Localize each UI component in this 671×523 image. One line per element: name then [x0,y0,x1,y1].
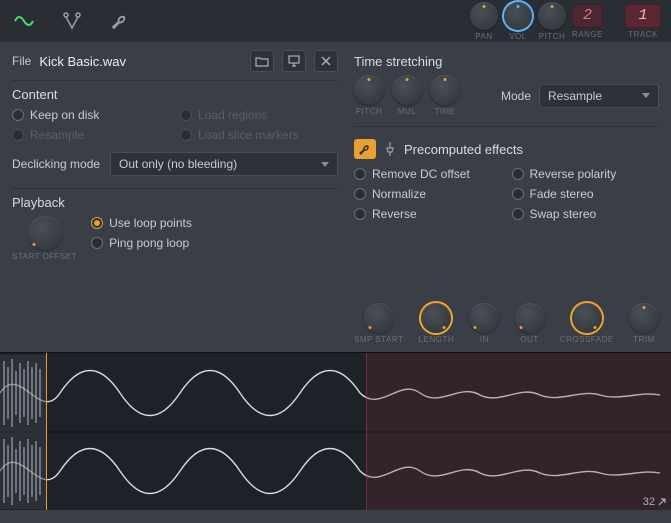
loop-start-marker[interactable] [46,353,47,510]
declick-dropdown[interactable]: Out only (no bleeding) [110,152,338,176]
length-knob[interactable] [421,303,451,333]
ts-mul-knob[interactable] [392,75,422,105]
normalize-option[interactable]: Normalize [354,187,502,201]
load-regions-option[interactable]: Load regions [180,108,338,122]
range-badge[interactable]: 2 [572,4,603,28]
zoom-value[interactable]: 32 [643,496,667,508]
close-icon[interactable] [314,50,338,72]
save-icon[interactable] [282,50,306,72]
wave-tab-icon[interactable] [10,7,38,35]
ts-pitch-knob[interactable] [354,75,384,105]
range-label: RANGE [572,30,603,39]
folder-icon[interactable] [250,50,274,72]
pin-icon [384,141,396,157]
load-slice-markers-option[interactable]: Load slice markers [180,128,338,142]
toolbar: PAN VOL PITCH 2 RANGE 1 TRACK [0,0,671,42]
effects-wrench-icon [354,139,376,159]
keep-on-disk-option[interactable]: Keep on disk [12,108,170,122]
vol-knob[interactable] [504,2,532,30]
crossfade-knob[interactable] [572,303,602,333]
track-badge[interactable]: 1 [625,4,661,28]
expand-icon [657,497,667,507]
reverse-option[interactable]: Reverse [354,207,502,221]
mode-label: Mode [501,89,531,103]
start-offset-label: START OFFSET [12,252,77,261]
remove-dc-option[interactable]: Remove DC offset [354,167,502,181]
out-knob[interactable] [515,303,545,333]
smp-start-knob[interactable] [364,303,394,333]
pan-knob[interactable] [470,2,498,30]
declick-label: Declicking mode [12,157,100,171]
fade-stereo-option[interactable]: Fade stereo [512,187,660,201]
vol-label: VOL [509,32,527,41]
effects-title: Precomputed effects [404,142,523,157]
chevron-down-icon [321,162,329,167]
resample-option[interactable]: Resample [12,128,170,142]
wrench-tab-icon[interactable] [106,7,134,35]
file-name: Kick Basic.wav [39,54,242,69]
playback-title: Playback [12,195,338,210]
mode-dropdown[interactable]: Resample [539,84,659,108]
loop-region-overlay[interactable] [366,353,671,510]
swap-stereo-option[interactable]: Swap stereo [512,207,660,221]
ping-pong-option[interactable]: Ping pong loop [91,236,338,250]
in-knob[interactable] [469,303,499,333]
use-loop-points-option[interactable]: .radio.on::after{background:#e8a030} Use… [91,216,338,230]
content-title: Content [12,87,338,102]
waveform-display[interactable]: 32 [0,352,671,510]
start-offset-knob[interactable] [28,216,62,250]
pitch-label: PITCH [539,32,566,41]
trim-knob[interactable] [629,303,659,333]
track-label: TRACK [628,30,658,39]
ts-time-knob[interactable] [430,75,460,105]
pan-label: PAN [475,32,492,41]
pitch-knob[interactable] [538,2,566,30]
file-label: File [12,54,31,68]
chevron-down-icon [642,93,650,98]
envelope-tab-icon[interactable] [58,7,86,35]
reverse-polarity-option[interactable]: Reverse polarity [512,167,660,181]
time-stretch-title: Time stretching [354,54,659,69]
